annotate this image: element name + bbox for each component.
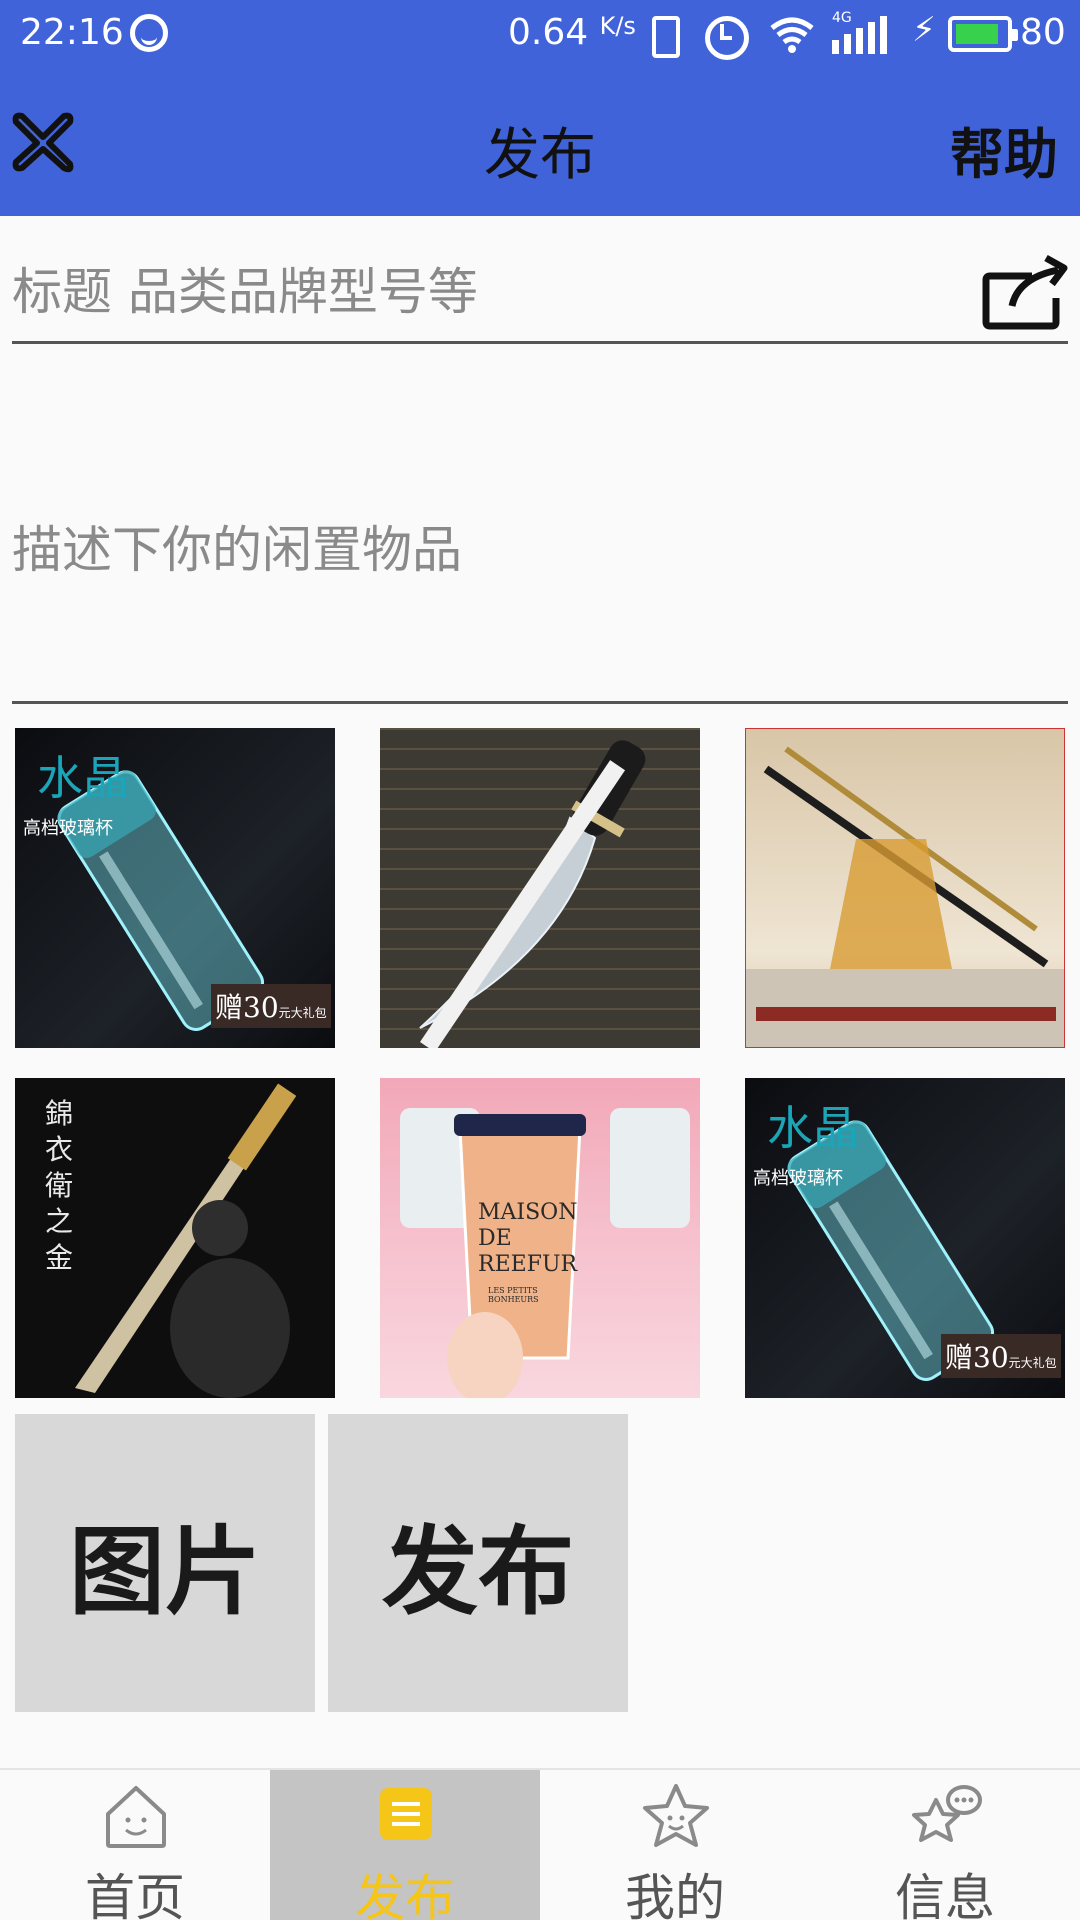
network-speed: 0.64 K/s [508,12,636,53]
photo-thumbnail[interactable] [380,728,700,1048]
photo-caption-small: 高档玻璃杯 [753,1168,843,1189]
home-icon [106,1786,166,1848]
photo-thumbnail[interactable]: 水晶 高档玻璃杯 赠30元大礼包 [15,728,335,1048]
network-speed-unit: K/s [599,12,636,40]
knife-illustration [419,740,646,1048]
nav-label: 我的 [625,1869,725,1920]
photo-caption-big: MAISON DE REEFUR [478,1200,578,1277]
page-title: 发布 [484,123,596,188]
promo-badge-suffix: 元大礼包 [1008,1356,1057,1370]
status-time: 22:16 [20,12,124,53]
title-input[interactable] [12,250,962,334]
photo-thumbnail[interactable] [745,728,1065,1048]
smiley-notification-icon [130,14,168,52]
nav-item-profile[interactable]: 我的 [540,1770,810,1920]
add-picture-button[interactable]: 图片 [15,1414,315,1712]
help-button[interactable]: 帮助 [950,110,1058,189]
promo-badge-amount: 赠30 [945,1341,1009,1374]
publish-icon [380,1788,432,1840]
description-input[interactable] [12,510,1068,630]
nav-item-messages[interactable]: 信息 [810,1770,1080,1920]
network-speed-value: 0.64 [508,12,589,53]
share-icon[interactable] [982,254,1068,330]
nav-item-publish[interactable]: 发布 [270,1770,540,1920]
publish-button[interactable]: 发布 [328,1414,628,1712]
battery-icon [948,16,1018,52]
photo-thumbnail[interactable]: MAISON DE REEFUR LES PETITS BONHEURS [380,1078,700,1398]
cell-signal-icon: 4G [832,10,894,54]
wifi-icon [768,14,816,54]
promo-badge: 赠30元大礼包 [211,984,331,1028]
status-bar: 22:16 0.64 K/s 4G ⚡ 80 [0,0,1080,66]
nav-label: 发布 [355,1869,455,1920]
promo-badge: 赠30元大礼包 [941,1334,1061,1378]
promo-badge-suffix: 元大礼包 [278,1006,327,1020]
sword-illustration [746,746,1064,1047]
nav-label: 信息 [895,1869,995,1920]
profile-star-icon [643,1784,709,1847]
photo-caption-big: 錦衣衛之金 [45,1097,74,1274]
photo-caption-small: 高档玻璃杯 [23,818,113,839]
battery-level: 80 [1020,12,1066,53]
photo-caption-big: 水晶 [37,751,129,805]
vibrate-icon [640,14,684,58]
photo-thumbnail[interactable]: 錦衣衛之金 [15,1078,335,1398]
message-icon [912,1785,982,1842]
description-field [12,350,1068,704]
title-field [12,250,1068,344]
photo-caption-big: 水晶 [767,1101,859,1155]
charging-icon: ⚡ [912,10,936,50]
network-type: 4G [832,10,852,26]
photo-caption-small: LES PETITS BONHEURS [488,1286,539,1304]
photo-thumbnail[interactable]: 水晶 高档玻璃杯 赠30元大礼包 [745,1078,1065,1398]
nav-item-home[interactable]: 首页 [0,1770,270,1920]
app-bar: 发布 帮助 [0,66,1080,216]
alarm-icon [703,14,749,60]
bottom-nav: 首页 发布 我的 信息 [0,1768,1080,1920]
promo-badge-amount: 赠30 [215,991,279,1024]
nav-label: 首页 [85,1869,185,1920]
